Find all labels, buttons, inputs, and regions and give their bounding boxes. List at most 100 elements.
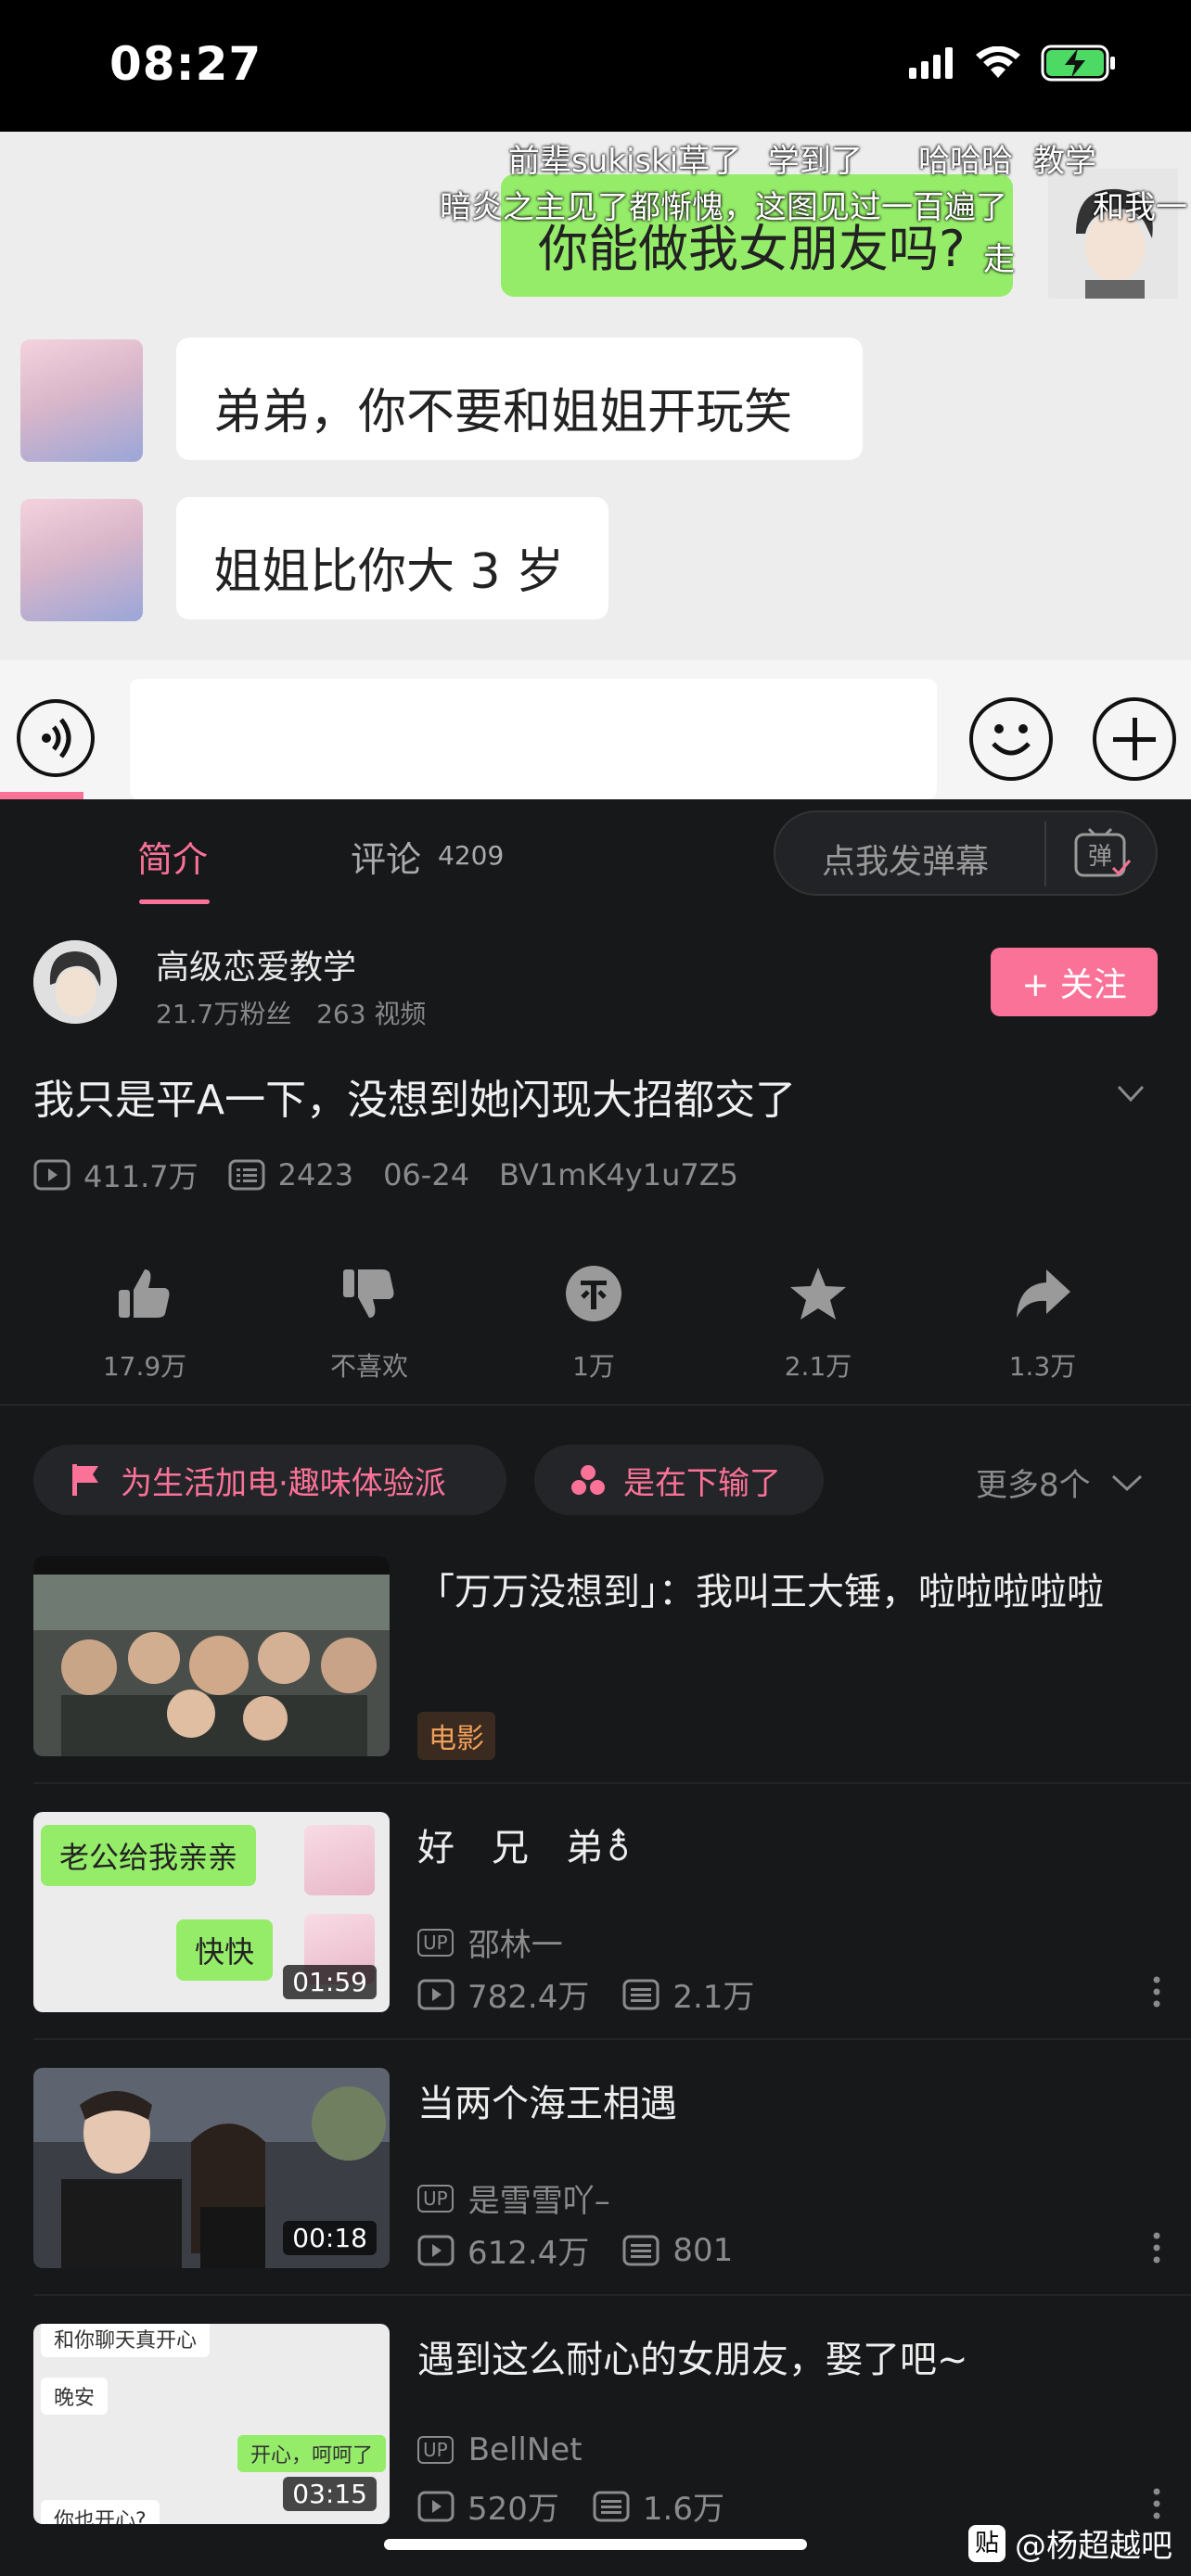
divider [0, 1404, 1191, 1406]
tag-chip[interactable]: 是在下输了 [534, 1445, 824, 1515]
up-badge-icon: UP [417, 2184, 454, 2213]
play-count-icon [33, 1159, 70, 1191]
share-icon [1017, 1269, 1070, 1318]
chat-message: 姐姐比你大 3 岁 [213, 544, 565, 600]
thumb-up-icon [119, 1269, 170, 1318]
follow-button[interactable]: + 关注 [991, 948, 1158, 1016]
related-video-uploader: UP 邵林一 [417, 1919, 563, 1965]
related-video-title: 好 兄 弟⚨ [417, 1827, 634, 1869]
danmaku-comment: 学到了 [768, 143, 863, 180]
video-meta: 411.7万 2423 06-24 BV1mK4y1u7Z5 [33, 1154, 768, 1196]
signal-icon [909, 47, 953, 79]
divider [33, 2294, 1191, 2296]
favorite-count: 2.1万 [784, 1351, 852, 1382]
video-progress-bar[interactable] [0, 792, 83, 799]
tag-label: 为生活加电·趣味体验派 [121, 1464, 446, 1502]
thumbnail-text: 晚安 [41, 2378, 109, 2415]
danmaku-comment: 走 [983, 241, 1015, 278]
star-icon [790, 1268, 846, 1320]
related-video-item[interactable]: 「万万没想到」：我叫王大锤，啦啦啦啦啦 电影 [33, 1556, 1174, 1760]
related-video-item[interactable]: 和你聊天真开心 晚安 开心，呵呵了 你也开心? 03:15 遇到这么耐心的女朋友… [33, 2324, 1174, 2528]
more-options-icon[interactable] [1152, 2231, 1161, 2264]
comments-count: 4209 [438, 840, 505, 871]
danmaku-icon [228, 1159, 265, 1191]
dots-icon [571, 1465, 605, 1495]
video-title: 我只是平A一下，没想到她闪现大招都交了 [33, 1077, 797, 1124]
danmaku-placeholder: 点我发弹幕 [822, 843, 990, 881]
related-video-stats: 520万 1.6万 [417, 2483, 724, 2529]
related-video-item[interactable]: 老公给我亲亲 快快 01:59 好 兄 弟⚨ UP 邵林一 782.4万 2.1万 [33, 1812, 1174, 2016]
uploader-avatar[interactable] [33, 940, 117, 1024]
play-count-icon [417, 2491, 455, 2521]
thumb-down-icon [343, 1269, 394, 1318]
dislike-button[interactable]: 不喜欢 [276, 1261, 462, 1384]
danmaku-icon [622, 1979, 660, 2009]
danmaku-comment: 教学 [1033, 143, 1096, 180]
emoji-icon [969, 697, 1053, 781]
danmaku-input[interactable]: 点我发弹幕 弹 [774, 810, 1158, 896]
tieba-logo-icon: 贴 [968, 2524, 1005, 2562]
danmaku-toggle-label: 弹 [1088, 843, 1112, 871]
divider [1044, 822, 1046, 886]
battery-charging-icon [1041, 45, 1115, 82]
wifi-icon [976, 46, 1020, 78]
tag-label: 是在下输了 [623, 1464, 781, 1502]
thumbnail-text: 老公给我亲亲 [41, 1825, 257, 1886]
video-thumbnail: 老公给我亲亲 快快 01:59 [33, 1812, 390, 2012]
status-icons [909, 45, 1117, 82]
more-tags-button[interactable]: 更多8个 [976, 1460, 1150, 1505]
share-count: 1.3万 [1008, 1351, 1077, 1382]
chat-bubble-left: 姐姐比你大 3 岁 [176, 497, 608, 619]
like-button[interactable]: 17.9万 [52, 1261, 237, 1384]
video-duration: 01:59 [283, 1965, 377, 1999]
video-thumbnail [33, 1556, 390, 1756]
video-thumbnail: 00:18 [33, 2068, 390, 2268]
danmaku-icon [593, 2491, 630, 2521]
more-options-icon[interactable] [1152, 1975, 1161, 2009]
related-video-item[interactable]: 00:18 当两个海王相遇 UP 是雪雪吖– 612.4万 801 [33, 2068, 1174, 2272]
coin-count: 1万 [572, 1351, 615, 1382]
thumbnail-text: 快快 [176, 1919, 274, 1981]
thumbnail-text: 和你聊天真开心 [41, 2324, 211, 2357]
chevron-down-icon [1111, 1474, 1142, 1491]
danmaku-comment: 暗炎之主见了都惭愧，这图见过一百遍了 [440, 189, 1007, 226]
chat-message: 弟弟，你不要和姐姐开玩笑 [213, 385, 793, 440]
video-duration: 00:18 [283, 2221, 377, 2255]
video-duration: 03:15 [283, 2477, 377, 2511]
plus-icon [1093, 697, 1176, 781]
detail-tabs: 简介 评论 4209 点我发弹幕 弹 [0, 799, 1191, 911]
play-count-icon [417, 2235, 455, 2265]
tab-comments[interactable]: 评论 [351, 831, 421, 882]
danmaku-comment: 前辈sukiski草了 [508, 143, 742, 180]
uploader-name[interactable]: 高级恋爱教学 [156, 940, 356, 988]
related-video-uploader: UP BellNet [417, 2431, 583, 2468]
danmaku-comment: 和我一 [1093, 189, 1187, 226]
category-badge: 电影 [417, 1712, 495, 1760]
danmaku-count: 2423 [228, 1157, 353, 1192]
share-button[interactable]: 1.3万 [950, 1261, 1135, 1384]
home-indicator[interactable] [384, 2539, 807, 2550]
view-count: 411.7万 [33, 1154, 198, 1196]
follower-count: 21.7万粉丝 [156, 999, 292, 1029]
chevron-down-icon[interactable] [1115, 1078, 1146, 1109]
related-video-title: 遇到这么耐心的女朋友，娶了吧~ [417, 2339, 968, 2381]
danmaku-toggle-icon[interactable]: 弹 [1074, 827, 1132, 879]
uploader-stats: 21.7万粉丝 263 视频 [156, 994, 426, 1031]
related-video-title: 「万万没想到」：我叫王大锤，啦啦啦啦啦 [417, 1571, 1104, 1613]
status-time: 08:27 [109, 37, 263, 91]
video-player[interactable]: 你能做我女朋友吗? 弟弟，你不要和姐姐开玩笑 姐姐比你大 3 岁 前辈sukis… [0, 132, 1191, 799]
dislike-label: 不喜欢 [329, 1351, 408, 1382]
up-badge-icon: UP [417, 2436, 454, 2464]
divider [33, 2038, 1191, 2040]
more-options-icon[interactable] [1152, 2487, 1161, 2520]
play-count-icon [417, 1979, 455, 2009]
coin-button[interactable]: 1万 [501, 1261, 686, 1384]
up-badge-icon: UP [417, 1928, 454, 1957]
tab-intro[interactable]: 简介 [137, 831, 208, 882]
thumbnail-text: 开心，呵呵了 [237, 2435, 387, 2472]
voice-icon [17, 699, 95, 777]
publish-date: 06-24 [383, 1157, 470, 1192]
tag-chip[interactable]: 为生活加电·趣味体验派 [33, 1445, 506, 1515]
favorite-button[interactable]: 2.1万 [725, 1261, 911, 1384]
bvid: BV1mK4y1u7Z5 [499, 1157, 738, 1192]
